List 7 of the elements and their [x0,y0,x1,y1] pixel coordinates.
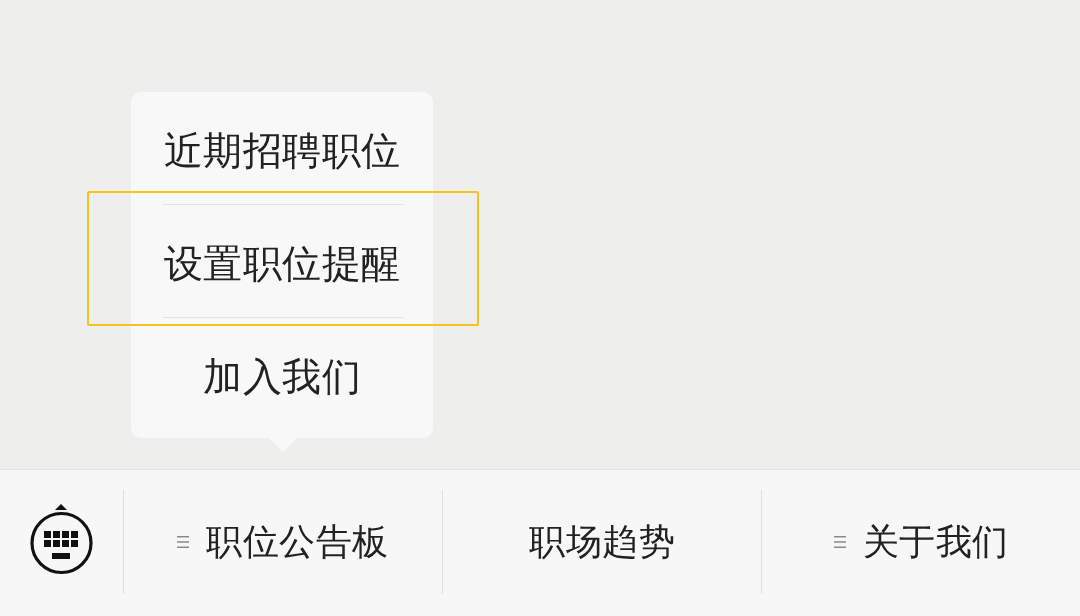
bar-tab[interactable]: 关于我们 [833,517,1009,567]
menu-item[interactable]: 设置职位提醒 [131,205,433,317]
menu-item[interactable]: 近期招聘职位 [131,92,433,204]
bar-tab[interactable]: 职位公告板 [177,517,389,567]
menu-item[interactable]: 加入我们 [131,318,433,430]
bar-tab[interactable]: 职场趋势 [529,517,675,567]
keyboard-icon[interactable] [29,503,94,577]
